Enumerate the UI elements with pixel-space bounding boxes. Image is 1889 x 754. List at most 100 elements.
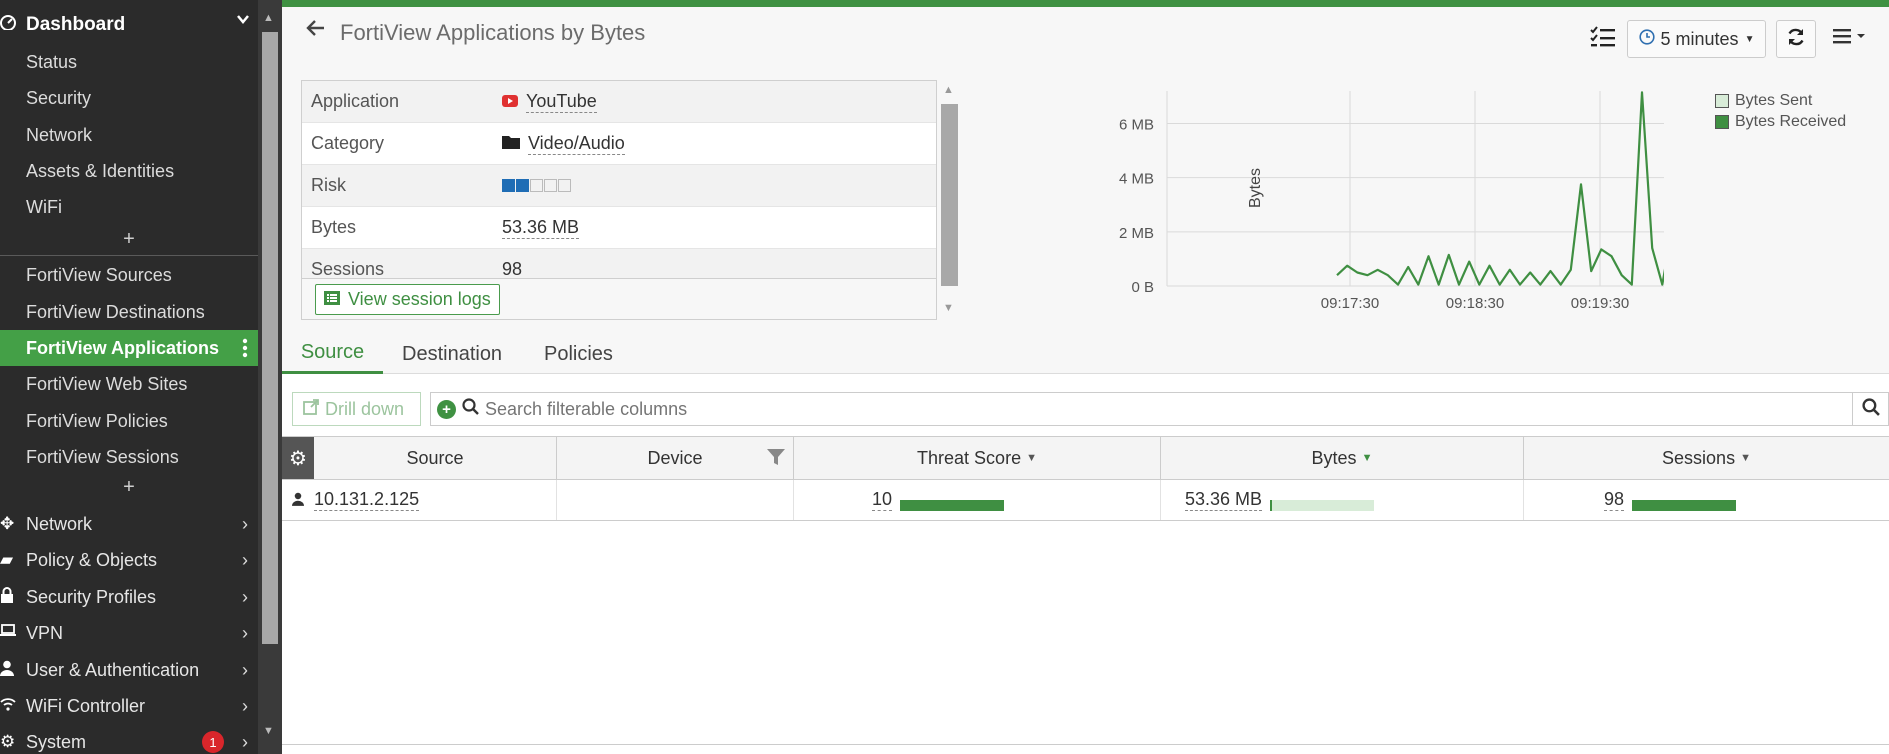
tab-source[interactable]: Source [282, 334, 383, 374]
source-ip[interactable]: 10.131.2.125 [314, 489, 420, 511]
drill-down-button[interactable]: Drill down [292, 392, 421, 426]
info-scrollbar[interactable]: ▲ ▼ [937, 80, 961, 320]
scrollbar-thumb[interactable] [941, 104, 958, 286]
lock-icon [0, 586, 26, 608]
sidebar-item-assets-identities[interactable]: Assets & Identities [0, 153, 258, 189]
sort-caret-icon: ▼ [1361, 452, 1373, 464]
y-tick-label: 2 MB [1119, 225, 1154, 242]
refresh-button[interactable] [1776, 20, 1816, 58]
network-icon: ✥ [0, 514, 15, 533]
sidebar-group-user-authentication[interactable]: User & Authentication › [0, 652, 258, 688]
sidebar-dashboard-header[interactable]: Dashboard [0, 6, 258, 44]
series-line-bytes-received [1336, 91, 1664, 286]
category-link[interactable]: Video/Audio [528, 133, 625, 155]
scroll-up-icon[interactable]: ▲ [263, 12, 274, 24]
sidebar-group-network[interactable]: ✥ Network › [0, 506, 258, 542]
view-session-logs-label: View session logs [348, 289, 491, 309]
column-settings-button[interactable]: ⚙ [282, 437, 314, 479]
column-header-label: Bytes [1311, 447, 1357, 468]
search-button[interactable] [1852, 393, 1888, 425]
column-header-bytes[interactable]: Bytes ▼ [1161, 437, 1524, 479]
threat-score-bar [900, 499, 1005, 511]
add-fortiview-icon[interactable]: + [0, 476, 258, 499]
risk-box-empty [558, 179, 571, 192]
back-arrow-icon[interactable] [306, 18, 326, 44]
page-title: FortiView Applications by Bytes [340, 20, 646, 45]
column-header-source[interactable]: Source [314, 437, 557, 479]
chart-legend: Bytes Sent Bytes Received [1715, 90, 1846, 132]
info-row-risk: Risk [302, 165, 936, 207]
sidebar-item-wifi[interactable]: WiFi [0, 189, 258, 225]
scroll-down-icon[interactable]: ▼ [263, 725, 274, 737]
info-key: Bytes [311, 217, 357, 237]
source-table: ⚙ Source Device Threat Score ▼ Bytes ▼ S… [282, 436, 1889, 521]
hamburger-menu-icon[interactable] [1832, 26, 1870, 52]
risk-box-filled [502, 179, 515, 192]
user-icon [292, 490, 304, 511]
add-filter-icon[interactable]: + [437, 399, 456, 419]
info-value: 98 [502, 259, 522, 280]
sidebar-group-wifi-controller[interactable]: WiFi Controller › [0, 688, 258, 724]
application-link[interactable]: YouTube [526, 91, 597, 113]
gear-icon: ⚙ [289, 447, 307, 470]
risk-box-filled [516, 179, 529, 192]
tab-destination[interactable]: Destination [402, 334, 502, 374]
legend-item-bytes-sent[interactable]: Bytes Sent [1715, 90, 1846, 111]
user-icon [0, 660, 26, 681]
column-header-device[interactable]: Device [557, 437, 794, 479]
search-input[interactable] [485, 398, 1785, 420]
y-tick-label: 4 MB [1119, 171, 1154, 188]
checklist-icon[interactable] [1590, 26, 1616, 54]
view-session-logs-button[interactable]: View session logs [315, 284, 500, 315]
sidebar-group-system[interactable]: ⚙ System 1 › [0, 724, 258, 754]
laptop-icon [0, 623, 26, 643]
bytes-cell-value: 53.36 MB [1185, 489, 1263, 511]
sidebar-item-security[interactable]: Security [0, 80, 258, 116]
scroll-down-icon[interactable]: ▼ [943, 302, 954, 314]
sidebar-item-network-dashboard[interactable]: Network [0, 117, 258, 153]
application-info-table: Application YouTube Category Video/Audio… [301, 80, 937, 320]
sidebar-item-fortiview-web-sites[interactable]: FortiView Web Sites [0, 366, 258, 402]
bytes-bar [1270, 499, 1375, 511]
sidebar-item-status[interactable]: Status [0, 44, 258, 80]
sidebar-item-label: FortiView Applications [26, 337, 220, 358]
tab-policies[interactable]: Policies [544, 334, 613, 374]
sidebar-item-fortiview-sessions[interactable]: FortiView Sessions [0, 439, 258, 475]
scrollbar-thumb[interactable] [262, 32, 278, 644]
legend-item-bytes-received[interactable]: Bytes Received [1715, 111, 1846, 132]
time-range-dropdown[interactable]: 5 minutes ▼ [1627, 20, 1766, 58]
info-value: YouTube [502, 91, 597, 113]
chevron-right-icon: › [242, 549, 248, 570]
info-key: Sessions [311, 259, 385, 279]
legend-swatch [1715, 93, 1729, 108]
info-key: Risk [311, 175, 346, 195]
sidebar-group-label: WiFi Controller [26, 695, 146, 716]
chevron-right-icon: › [242, 731, 248, 752]
sidebar-item-fortiview-destinations[interactable]: FortiView Destinations [0, 294, 258, 330]
column-header-sessions[interactable]: Sessions ▼ [1524, 437, 1889, 479]
scroll-up-icon[interactable]: ▲ [943, 84, 954, 96]
risk-box-empty [544, 179, 557, 192]
sidebar-item-fortiview-policies[interactable]: FortiView Policies [0, 403, 258, 439]
sidebar-group-vpn[interactable]: VPN › [0, 615, 258, 651]
column-header-threat-score[interactable]: Threat Score ▼ [794, 437, 1161, 479]
info-footer: View session logs [302, 278, 936, 319]
x-tick-label: 09:17:30 [1321, 295, 1379, 312]
sidebar-group-label: User & Authentication [26, 659, 200, 680]
sidebar-scrollbar[interactable]: ▲ ▼ [258, 0, 282, 754]
bottom-divider [282, 744, 1889, 745]
kebab-menu-icon[interactable] [242, 338, 248, 361]
sidebar-group-security-profiles[interactable]: Security Profiles › [0, 579, 258, 615]
sidebar-item-fortiview-sources[interactable]: FortiView Sources [0, 257, 258, 293]
table-row[interactable]: 10.131.2.125 10 53.36 MB 98 [282, 480, 1889, 521]
info-row-bytes: Bytes 53.36 MB [302, 207, 936, 249]
policy-icon: ▰ [0, 550, 14, 569]
sidebar-group-label: System [26, 731, 87, 752]
column-header-label: Device [647, 447, 703, 468]
chevron-right-icon: › [242, 586, 248, 607]
add-dashboard-icon[interactable]: + [0, 228, 258, 251]
sidebar-group-policy-objects[interactable]: ▰ Policy & Objects › [0, 542, 258, 578]
legend-label: Bytes Received [1735, 112, 1847, 130]
sidebar-item-fortiview-applications[interactable]: FortiView Applications [0, 330, 258, 366]
filter-icon[interactable] [767, 448, 785, 471]
